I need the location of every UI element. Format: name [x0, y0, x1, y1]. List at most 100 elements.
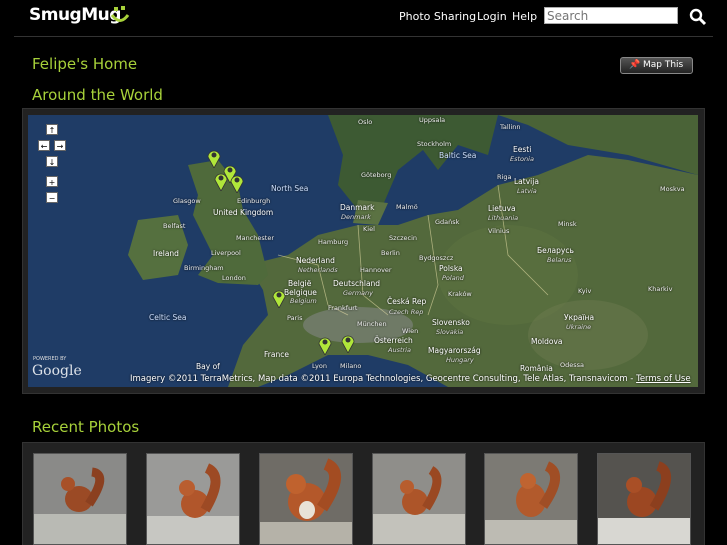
map-label: Riga	[497, 173, 512, 181]
pan-down-button[interactable]: ↓	[46, 156, 58, 167]
photo-thumbnail[interactable]	[259, 453, 353, 545]
map-label: Ireland	[153, 249, 179, 258]
recent-photos-title: Recent Photos	[32, 418, 140, 436]
world-map[interactable]: ↑ ← → ↓ + − North Sea Baltic Sea Celtic …	[28, 115, 698, 387]
zoom-out-button[interactable]: −	[46, 192, 58, 203]
map-label: Lithuania	[488, 214, 519, 222]
map-label: Germany	[343, 289, 373, 297]
map-label: Latvia	[517, 187, 537, 195]
map-marker-icon[interactable]	[207, 148, 221, 168]
map-label: Hannover	[360, 266, 392, 274]
map-this-label: Map This	[643, 60, 684, 70]
page-title: Felipe's Home	[32, 55, 138, 73]
map-label: Oslo	[358, 118, 373, 126]
map-marker-icon[interactable]	[230, 173, 244, 193]
top-bar: SmugMug Photo Sharing Login Help	[0, 0, 727, 36]
map-label: Lietuva	[488, 204, 516, 213]
map-label: Minsk	[558, 220, 577, 228]
nav-login[interactable]: Login	[477, 10, 507, 23]
zoom-in-button[interactable]: +	[46, 176, 58, 187]
map-label: France	[264, 350, 289, 359]
map-label: Szczecin	[389, 234, 418, 242]
map-label: Tallinn	[500, 123, 521, 131]
map-label: Wien	[402, 327, 419, 335]
map-label: Österreich	[374, 336, 413, 345]
map-label: Birmingham	[184, 264, 224, 272]
map-this-button[interactable]: 📌 Map This	[620, 57, 693, 74]
map-label: München	[357, 320, 387, 328]
map-label: Stockholm	[417, 140, 452, 148]
map-label: Hungary	[446, 356, 474, 364]
map-label: Poland	[442, 274, 464, 282]
terms-of-use-link[interactable]: Terms of Use	[636, 374, 691, 384]
map-label: Gdańsk	[435, 218, 460, 226]
map-label: Česká Rep	[387, 297, 427, 306]
map-label: Manchester	[236, 234, 275, 242]
map-label: Kyiv	[578, 287, 592, 295]
map-marker-icon[interactable]	[318, 335, 332, 355]
smugmug-logo[interactable]: SmugMug	[29, 5, 121, 25]
map-label: Moldova	[531, 337, 563, 346]
search-input[interactable]	[544, 7, 678, 24]
photo-thumbnail[interactable]	[372, 453, 466, 545]
map-label: Austria	[388, 346, 411, 354]
photo-thumbnail[interactable]	[146, 453, 240, 545]
map-label: Frankfurt	[328, 304, 358, 312]
map-label: Estonia	[510, 155, 534, 163]
header-divider	[14, 36, 713, 37]
map-label: Danmark	[340, 203, 375, 212]
map-label: Celtic Sea	[149, 313, 187, 322]
nav-help[interactable]: Help	[512, 10, 537, 23]
photo-thumbnail[interactable]	[484, 453, 578, 545]
map-label: United Kingdom	[213, 208, 274, 217]
map-marker-icon[interactable]	[214, 171, 228, 191]
map-label: Latvija	[514, 177, 539, 186]
map-label: Belgique	[284, 288, 317, 297]
map-label: Deutschland	[333, 279, 381, 288]
map-label: Edinburgh	[237, 197, 271, 205]
powered-by-text: POWERED BY	[33, 356, 67, 362]
map-label: Nederland	[296, 256, 335, 265]
map-label: London	[222, 274, 246, 282]
map-marker-icon[interactable]	[341, 333, 355, 353]
map-label: Paris	[287, 314, 303, 322]
map-label: Polska	[439, 264, 463, 273]
map-label: Vilnius	[488, 227, 510, 235]
map-label: Belarus	[547, 256, 572, 264]
map-label: Bay of	[196, 362, 220, 371]
map-label: North Sea	[271, 184, 309, 193]
photo-thumbnail[interactable]	[33, 453, 127, 545]
map-label: România	[520, 364, 553, 373]
map-label: Bydgoszcz	[419, 254, 454, 262]
nav-photo-sharing[interactable]: Photo Sharing	[399, 10, 476, 23]
map-label: Liverpool	[211, 249, 241, 257]
search-icon[interactable]	[689, 8, 707, 26]
map-label: Odessa	[560, 361, 584, 369]
map-label: Slovensko	[432, 318, 470, 327]
map-label: Denmark	[341, 213, 371, 221]
map-label: Беларусь	[537, 246, 574, 255]
map-label: Ukraine	[566, 323, 592, 331]
map-label: België	[288, 279, 312, 288]
map-label: Milano	[340, 362, 362, 370]
map-label: Україна	[564, 313, 595, 322]
map-label: Czech Rep	[389, 308, 424, 316]
map-terrain	[28, 115, 698, 387]
pushpin-icon: 📌	[629, 60, 641, 70]
pan-right-button[interactable]: →	[54, 140, 66, 151]
photo-thumbnail[interactable]	[597, 453, 691, 545]
map-label: Lyon	[312, 362, 327, 370]
map-label: Kiel	[363, 225, 375, 233]
map-label: Uppsala	[419, 116, 446, 124]
map-label: Kraków	[448, 290, 472, 298]
map-marker-icon[interactable]	[272, 288, 286, 308]
map-attribution: Imagery ©2011 TerraMetrics, Map data ©20…	[130, 374, 691, 384]
pan-left-button[interactable]: ←	[38, 140, 50, 151]
google-logo[interactable]: Google	[32, 363, 82, 379]
map-label: Kharkiv	[648, 285, 673, 293]
map-label: Baltic Sea	[439, 151, 477, 160]
map-label: Hamburg	[318, 238, 349, 246]
map-label: Berlin	[381, 249, 400, 257]
map-label: Belgium	[290, 297, 317, 305]
pan-up-button[interactable]: ↑	[46, 124, 58, 135]
